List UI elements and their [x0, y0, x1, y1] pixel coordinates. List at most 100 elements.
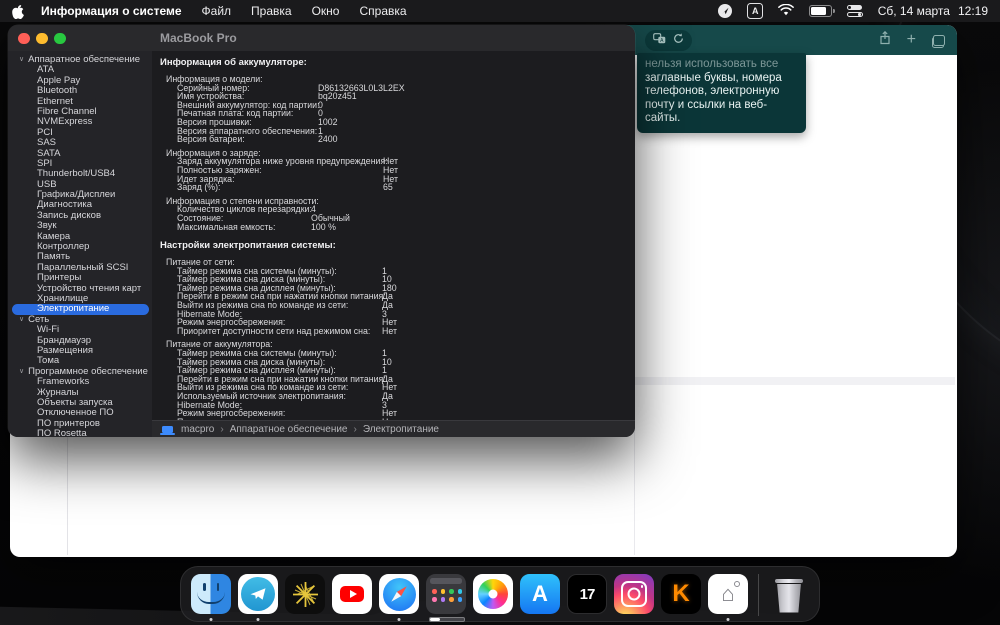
- starburst-icon: [285, 574, 325, 614]
- zoom-button[interactable]: [54, 32, 66, 44]
- toolbar-right-icons: +: [879, 25, 945, 55]
- info-row: Приоритет доступности сети над режимом с…: [160, 325, 635, 336]
- sidebar-item-Thunderbolt/USB4[interactable]: Thunderbolt/USB4: [8, 168, 152, 179]
- sysinfo-sidebar: ∨ Аппаратное обеспечение ATA Apple Pay Bluet…: [8, 51, 152, 437]
- dock-item-finder[interactable]: [191, 574, 231, 614]
- dock-item-safari[interactable]: [379, 574, 419, 614]
- dock-separator: [758, 574, 759, 616]
- sidebar-item-Звук[interactable]: Звук: [8, 220, 152, 231]
- sidebar-item-ATA[interactable]: ATA: [8, 64, 152, 75]
- sidebar-item-NVMExpress[interactable]: NVMExpress: [8, 116, 152, 127]
- dock: A 17 K ⌂: [180, 566, 820, 622]
- menu-item-Правка[interactable]: Правка: [251, 4, 292, 18]
- chevron-down-icon: ∨: [19, 367, 25, 375]
- menu-bar-clock[interactable]: Сб, 14 марта 12:19: [878, 4, 988, 18]
- wifi-icon[interactable]: [778, 3, 795, 19]
- location-icon[interactable]: [718, 4, 733, 18]
- info-value: bq20z451: [318, 91, 357, 102]
- dock-item-k-app[interactable]: K: [661, 574, 701, 614]
- page-section-gap: [635, 377, 955, 385]
- sidebar-item-Apple Pay[interactable]: Apple Pay: [8, 75, 152, 86]
- active-app-name[interactable]: Информация о системе: [41, 4, 182, 18]
- app-store-icon: A: [520, 574, 560, 614]
- info-row: Заряд (%): 65: [160, 183, 635, 192]
- content-section: Настройки электропитания системы: Питание…: [160, 240, 635, 420]
- info-value: Нет: [382, 325, 397, 336]
- tab-overview-icon[interactable]: [932, 34, 945, 48]
- tooltip-line: сайты.: [645, 112, 681, 124]
- info-row: Версия батареи: 2400: [160, 135, 635, 144]
- info-row: Максимальная емкость: 100 %: [160, 221, 635, 232]
- tooltip-line: почту и ссылки на веб-: [645, 98, 768, 111]
- breadcrumb-Аппаратное обеспечение: Аппаратное обеспечение: [229, 423, 348, 435]
- dock-item-instagram[interactable]: [614, 574, 654, 614]
- battery-icon[interactable]: [809, 5, 835, 17]
- sidebar-item-Bluetooth[interactable]: Bluetooth: [8, 85, 152, 96]
- chevron-down-icon: ∨: [19, 315, 25, 323]
- system-information-window: MacBook Pro ∨ Аппаратное обеспечение ATA Ap…: [8, 25, 635, 437]
- window-title: MacBook Pro: [160, 31, 237, 45]
- menu-item-Файл[interactable]: Файл: [202, 4, 232, 18]
- sidebar-item-Frameworks[interactable]: Frameworks: [8, 376, 152, 387]
- reload-icon[interactable]: [673, 31, 684, 49]
- translate-icon[interactable]: A: [653, 31, 666, 49]
- sidebar-section-Аппаратное обеспечение[interactable]: ∨ Аппаратное обеспечение: [8, 54, 152, 65]
- control-center-icon[interactable]: [847, 4, 863, 18]
- menu-item-Справка[interactable]: Справка: [359, 4, 406, 18]
- input-source-icon[interactable]: А: [747, 3, 764, 19]
- date-label: Сб, 14 марта: [877, 4, 950, 18]
- sidebar-item-ПО Rosetta[interactable]: ПО Rosetta: [8, 428, 152, 437]
- chevron-down-icon: ∨: [19, 56, 25, 63]
- tooltip-line: заглавные буквы, номера: [645, 71, 782, 84]
- share-icon[interactable]: [879, 30, 891, 50]
- dock-item-telegram[interactable]: [238, 574, 278, 614]
- tooltip-line: телефонов, электронную: [645, 85, 780, 97]
- minimize-button[interactable]: [36, 32, 48, 44]
- sidebar-item-SATA[interactable]: SATA: [8, 148, 152, 159]
- info-group: Информация о модели: Серийный номер: D8613…: [160, 75, 635, 144]
- info-label: Заряд (%):: [177, 182, 221, 193]
- sidebar-item-SAS[interactable]: SAS: [8, 137, 152, 148]
- dock-item-app-grid[interactable]: [426, 574, 466, 622]
- info-row: Количество циклов перезарядки: 4: [160, 205, 635, 214]
- app-grid-icon: [426, 574, 466, 614]
- sidebar-item-Контроллер[interactable]: Контроллер: [8, 241, 152, 252]
- breadcrumb-separator: ›: [220, 423, 224, 435]
- home-design-icon: ⌂: [708, 574, 748, 614]
- new-tab-icon[interactable]: +: [907, 31, 916, 48]
- info-value: 2400: [318, 134, 338, 145]
- section-header: Настройки электропитания системы:: [160, 240, 336, 252]
- status-menu-items: А Сб, 14 марта 12:19: [718, 3, 988, 19]
- sidebar-item-PCI[interactable]: PCI: [8, 127, 152, 138]
- time-label: 12:19: [957, 4, 988, 18]
- computer-icon: [160, 425, 175, 435]
- toolbar-pill: A: [645, 29, 692, 51]
- info-group: Питание от сети: Таймер режима сна систем…: [160, 258, 635, 335]
- dock-item-trash[interactable]: [769, 574, 809, 614]
- menu-bar: Информация о системе Файл Правка Окно Справ…: [0, 0, 1000, 22]
- trash-icon: [774, 578, 804, 613]
- dock-item-tradingview[interactable]: 17: [567, 574, 607, 614]
- dock-item-photos[interactable]: [473, 574, 513, 614]
- info-group: Информация о заряде: Заряд аккумулятора н…: [160, 149, 635, 192]
- info-group: Питание от аккумулятора: Таймер режима сн…: [160, 340, 635, 420]
- photos-icon: [473, 574, 513, 614]
- dock-item-starburst-app[interactable]: [285, 574, 325, 614]
- apple-menu-icon[interactable]: [12, 4, 25, 19]
- breadcrumb-device: macpro: [181, 423, 215, 435]
- instagram-icon: [614, 574, 654, 614]
- close-button[interactable]: [18, 32, 30, 44]
- dock-item-youtube[interactable]: [332, 574, 372, 614]
- menu-item-Окно[interactable]: Окно: [312, 4, 340, 18]
- sidebar-item-Запись дисков[interactable]: Запись дисков: [8, 210, 152, 221]
- sidebar-item-Wi-Fi[interactable]: Wi-Fi: [8, 324, 152, 335]
- sidebar-item-Размещения[interactable]: Размещения: [8, 345, 152, 356]
- youtube-icon: [332, 574, 372, 614]
- window-titlebar[interactable]: MacBook Pro: [8, 25, 635, 51]
- download-progress-bar: [429, 616, 465, 622]
- info-value: 100 %: [311, 221, 336, 232]
- safari-icon: [379, 574, 419, 614]
- sidebar-section-Сеть[interactable]: ∨ Сеть: [8, 314, 152, 325]
- dock-item-home-design[interactable]: ⌂: [708, 574, 748, 614]
- dock-item-app-store[interactable]: A: [520, 574, 560, 614]
